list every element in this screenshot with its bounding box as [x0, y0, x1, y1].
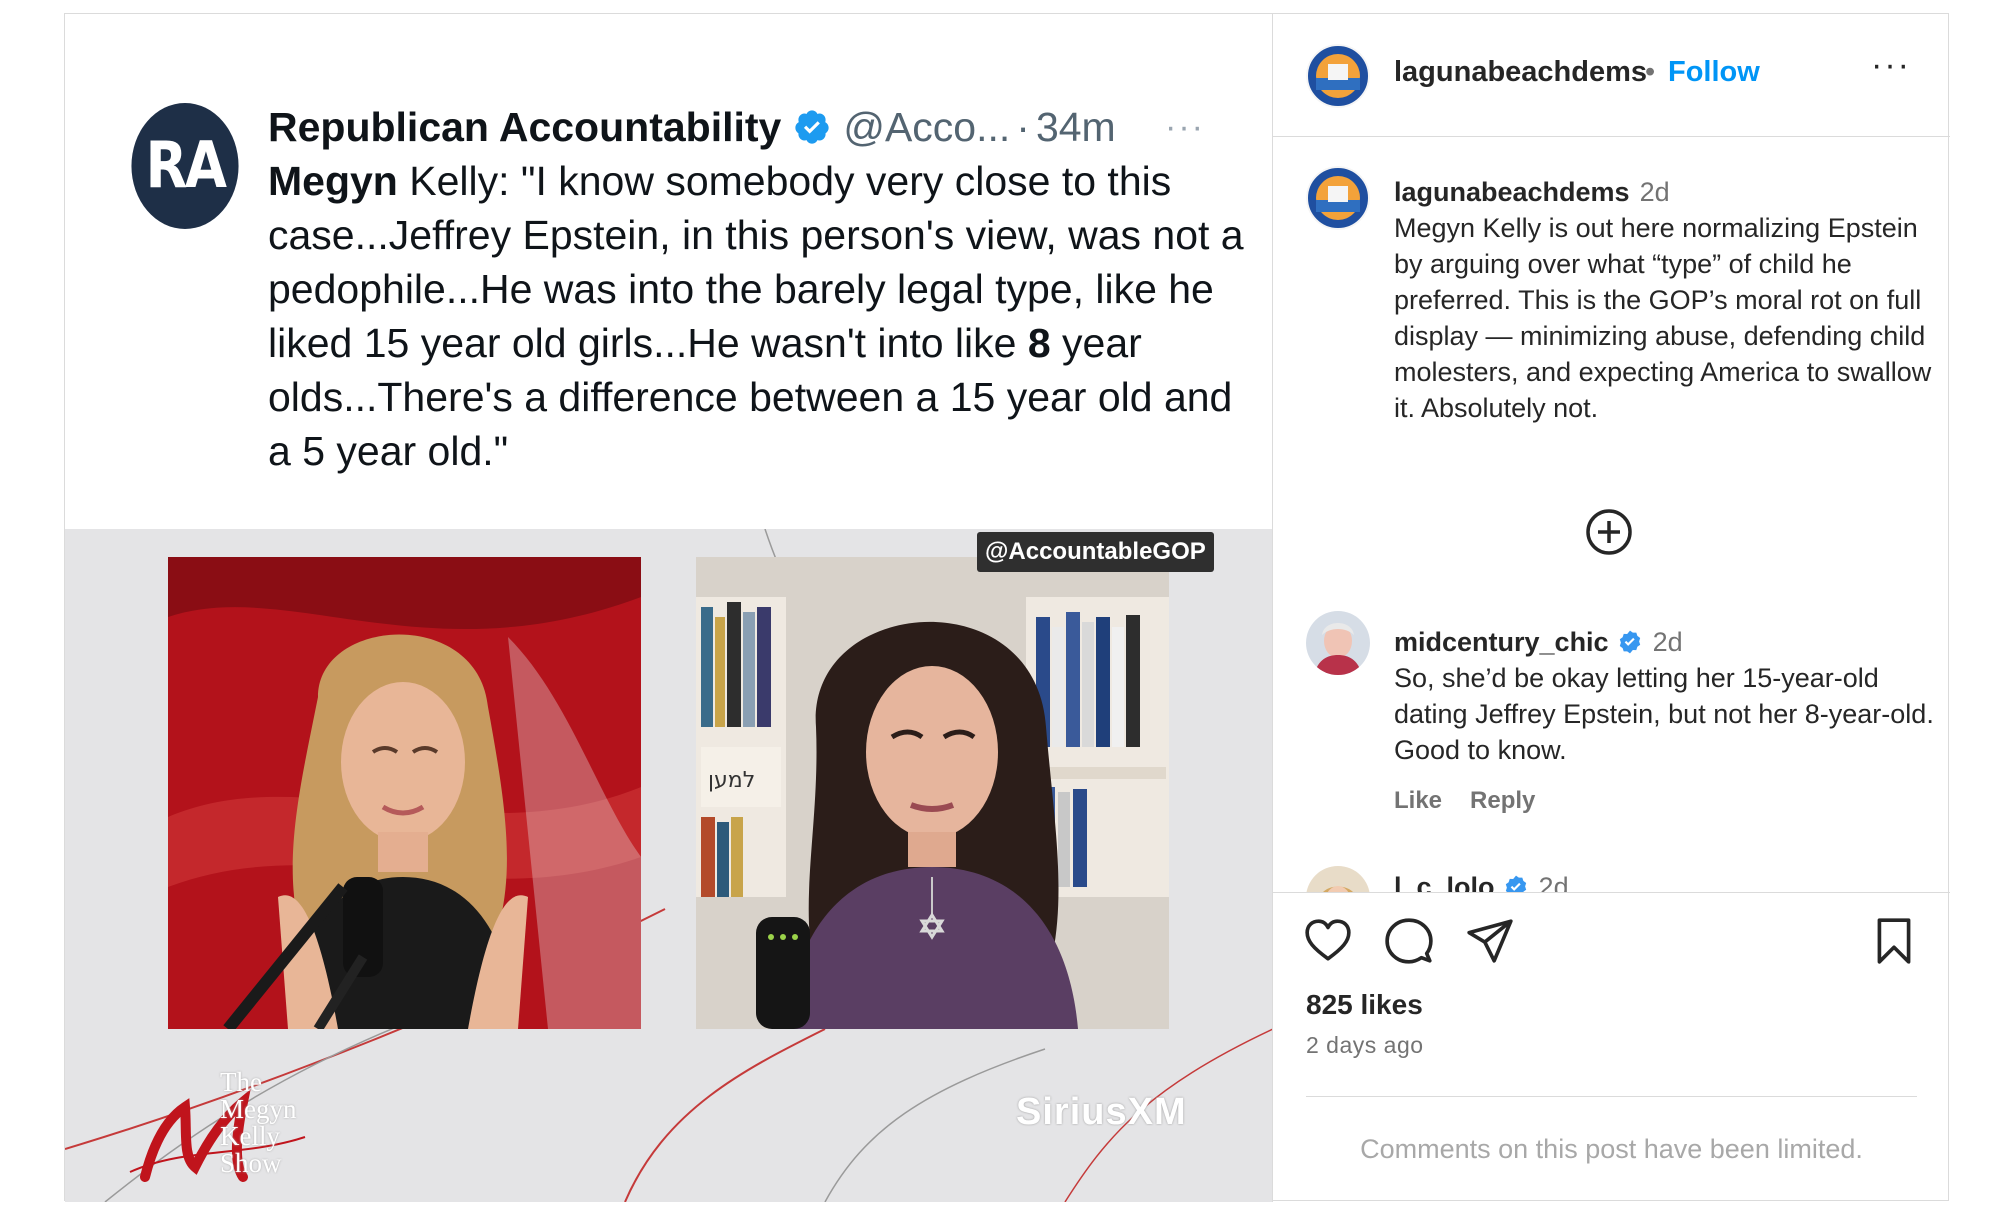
tweet-body-bold: Megyn — [268, 158, 398, 204]
host-video-feed — [168, 557, 641, 1029]
comment-time[interactable]: 2d — [1653, 627, 1683, 657]
caption-avatar[interactable] — [1306, 166, 1370, 230]
comment-item: midcentury_chic 2d So, she’d be okay lett… — [1394, 624, 1934, 768]
caption-time[interactable]: 2d — [1640, 177, 1670, 207]
like-heart-icon[interactable] — [1303, 916, 1353, 966]
comment-actions: Like Reply — [1394, 787, 1563, 815]
show-logo-line: Show — [220, 1148, 282, 1178]
verified-badge-icon — [795, 110, 829, 144]
caption-text: Megyn Kelly is out here normalizing Epst… — [1394, 213, 1932, 423]
show-logo-text: The Megyn Kelly Show — [220, 1069, 297, 1177]
guest-video-feed: למען — [696, 557, 1169, 1029]
tweet-dot: · — [1016, 103, 1030, 150]
comment-like-button[interactable]: Like — [1394, 787, 1442, 814]
comment-reply-button[interactable]: Reply — [1470, 787, 1535, 814]
tweet-author-name: Republican Accountability — [268, 103, 782, 150]
comment-item: l_c_lolo 2d — [1394, 869, 1934, 892]
post-caption: lagunabeachdems 2d Megyn Kelly is out her… — [1394, 174, 1934, 426]
instagram-post: RA Republican Accountability @Acco... · … — [64, 13, 1950, 1202]
comment-username[interactable]: l_c_lolo — [1394, 872, 1495, 892]
tweet-handle: @Acco... — [843, 103, 1011, 150]
bookshelf-label: למען — [708, 768, 755, 793]
show-logo-line: Megyn — [220, 1094, 297, 1124]
commenter-photo — [1306, 866, 1370, 892]
club-logo-icon — [1306, 166, 1370, 230]
post-timestamp[interactable]: 2 days ago — [1306, 1032, 1424, 1059]
verified-badge-icon — [1619, 630, 1640, 654]
show-logo-line: Kelly — [220, 1121, 280, 1151]
comment-username[interactable]: midcentury_chic — [1394, 627, 1609, 657]
club-logo-icon — [1306, 44, 1370, 108]
header-separator: • — [1645, 56, 1656, 88]
share-paper-plane-icon[interactable] — [1465, 916, 1515, 966]
comment-bubble-icon[interactable] — [1384, 916, 1434, 966]
tweet-body-bold-2: 8 — [1027, 320, 1051, 366]
show-logo-line: The — [220, 1067, 262, 1097]
save-bookmark-icon[interactable] — [1869, 916, 1919, 966]
commenter-avatar[interactable] — [1306, 866, 1370, 892]
host-illustration — [168, 557, 641, 1029]
caption-username[interactable]: lagunabeachdems — [1394, 177, 1630, 207]
comment-time[interactable]: 2d — [1539, 872, 1569, 892]
divider — [1306, 1096, 1917, 1097]
post-media[interactable]: RA Republican Accountability @Acco... · … — [65, 14, 1273, 1202]
comments-limited-notice: Comments on this post have been limited. — [1360, 1134, 1863, 1164]
tweet-avatar: RA — [131, 103, 239, 229]
commenter-avatar[interactable] — [1306, 611, 1370, 675]
load-more-comments-icon[interactable] — [1585, 508, 1633, 556]
action-bar — [1273, 894, 1950, 974]
commenter-photo — [1306, 611, 1370, 675]
tweet-more-icon: ··· — [1165, 108, 1205, 146]
guest-illustration: למען — [696, 557, 1169, 1029]
tweet-body: Megyn Kelly: "I know somebody very close… — [268, 154, 1253, 478]
tweet-time: 34m — [1035, 103, 1116, 150]
post-side-panel: lagunabeachdems • Follow ··· lagunabeach… — [1273, 14, 1950, 1202]
comment-text: So, she’d be okay letting her 15-year-ol… — [1394, 663, 1934, 765]
tweet-screenshot: RA Republican Accountability @Acco... · … — [65, 14, 1272, 529]
watermark-handle: @AccountableGOP — [977, 532, 1214, 572]
siriusxm-logo: SiriusXM — [1016, 1091, 1187, 1133]
verified-badge-icon — [1505, 875, 1526, 892]
more-options-icon[interactable]: ··· — [1871, 46, 1911, 85]
account-avatar[interactable] — [1306, 44, 1370, 108]
likes-count[interactable]: 825 likes — [1306, 989, 1423, 1021]
follow-button[interactable]: Follow — [1668, 56, 1760, 89]
post-header: lagunabeachdems • Follow ··· — [1273, 14, 1950, 137]
tweet-header: Republican Accountability @Acco... · 34m — [268, 101, 1116, 153]
video-frame[interactable]: למען @AccountableGOP The Megyn Kelly Sho… — [65, 529, 1272, 1202]
comments-list[interactable]: lagunabeachdems 2d Megyn Kelly is out her… — [1273, 138, 1950, 893]
header-username[interactable]: lagunabeachdems — [1394, 56, 1647, 89]
